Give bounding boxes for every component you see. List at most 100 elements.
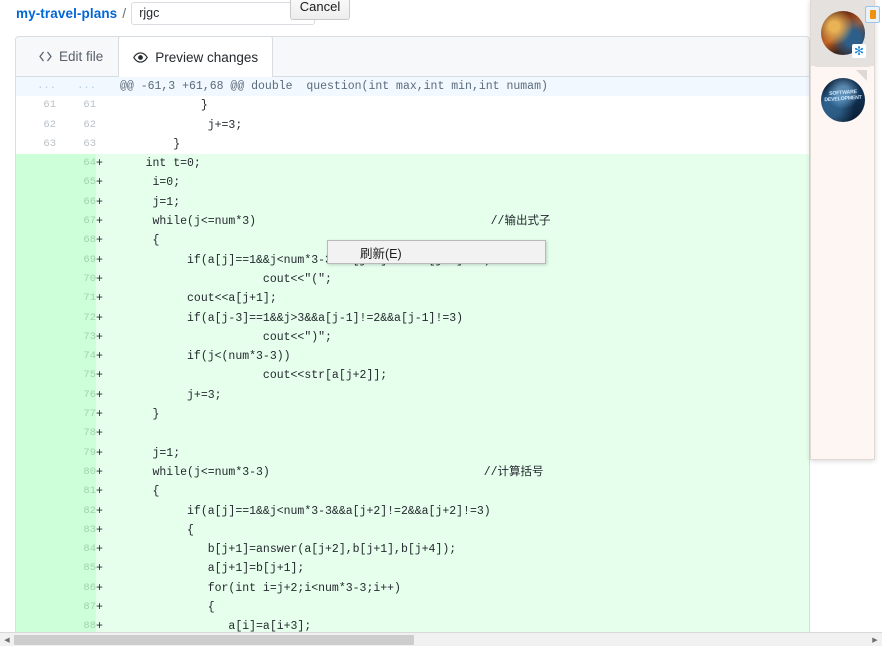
diff-line-number-old xyxy=(16,443,56,463)
diff-code-line: { xyxy=(118,598,809,618)
diff-row: 85 + a[j+1]=b[j+1]; xyxy=(16,559,809,579)
diff-code-line: while(j<=num*3-3) //计算括号 xyxy=(118,462,809,483)
diff-line-number-old xyxy=(16,540,56,560)
diff-row: 79 + j=1; xyxy=(16,443,809,463)
diff-change-marker: + xyxy=(96,443,118,463)
diff-line-number-old: 63 xyxy=(16,134,56,155)
diff-code-line: if(a[j-3]==1&&j>3&&a[j-1]!=2&&a[j-1]!=3) xyxy=(118,308,809,328)
diff-code-line: if(a[j]==1&&j<num*3-3&&a[j+2]!=2&&a[j+2]… xyxy=(118,501,809,521)
diff-code-line: } xyxy=(118,134,809,155)
diff-hunk-header-row: ... ... @@ -61,3 +61,68 @@ double questi… xyxy=(16,77,809,97)
diff-line-number-new: 65 xyxy=(56,173,96,193)
tab-edit-file[interactable]: Edit file xyxy=(24,37,118,76)
breadcrumb-repo-link[interactable]: my-travel-plans xyxy=(16,6,117,21)
diff-line-number-old xyxy=(16,366,56,386)
diff-code-line: j+=3; xyxy=(118,115,809,135)
diff-row: 75 + cout<<str[a[j+2]]; xyxy=(16,366,809,386)
diff-change-marker: + xyxy=(96,308,118,328)
diff-viewer[interactable]: ... ... @@ -61,3 +61,68 @@ double questi… xyxy=(16,77,809,637)
diff-line-number-new: 66 xyxy=(56,192,96,213)
diff-line-number-new: 83 xyxy=(56,520,96,541)
tab-preview-changes[interactable]: Preview changes xyxy=(118,37,274,77)
diff-line-number-new: 87 xyxy=(56,598,96,618)
star-badge-icon: ✻ xyxy=(852,44,866,58)
scroll-right-arrow-icon[interactable]: ▶ xyxy=(868,633,882,646)
diff-line-number-new: 79 xyxy=(56,443,96,463)
diff-line-number-new: 71 xyxy=(56,289,96,309)
editor-tabbar: Edit file Preview changes xyxy=(16,37,809,77)
taskbar-app-icon[interactable] xyxy=(865,6,880,23)
diff-code-line: int t=0; xyxy=(118,154,809,174)
diff-line-number-new: 75 xyxy=(56,366,96,386)
eye-icon xyxy=(133,51,149,63)
diff-change-marker: + xyxy=(96,250,118,270)
diff-row: 78 + xyxy=(16,424,809,444)
diff-line-number-new: 62 xyxy=(56,115,96,135)
diff-code-line xyxy=(118,424,809,444)
diff-code-line: cout<<a[j+1]; xyxy=(118,289,809,309)
horizontal-scrollbar[interactable]: ◀ ▶ xyxy=(0,632,882,646)
diff-line-number-old xyxy=(16,385,56,406)
diff-row: 62 62 j+=3; xyxy=(16,115,809,135)
diff-row: 84 + b[j+1]=answer(a[j+2],b[j+1],b[j+4]); xyxy=(16,540,809,560)
hunk-right-num: ... xyxy=(56,77,96,97)
diff-code-line: } xyxy=(118,96,809,116)
app-glyph-icon xyxy=(869,10,876,19)
diff-change-marker: + xyxy=(96,231,118,251)
diff-line-number-new: 80 xyxy=(56,462,96,483)
tab-edit-file-label: Edit file xyxy=(59,49,104,64)
file-editor-card: Edit file Preview changes ... ... @@ -61… xyxy=(15,36,810,638)
diff-code-line: while(j<=num*3) //输出式子 xyxy=(118,212,809,232)
avatar: SOFTWARE DEVELOPMENT xyxy=(820,78,865,122)
diff-row: 74 + if(j<(num*3-3)) xyxy=(16,347,809,367)
diff-line-number-old xyxy=(16,347,56,367)
filename-input[interactable] xyxy=(131,1,316,25)
diff-row: 61 61 } xyxy=(16,96,809,116)
diff-change-marker: + xyxy=(96,347,118,367)
diff-code-line: a[j+1]=b[j+1]; xyxy=(118,559,809,579)
context-menu[interactable]: 刷新(E) xyxy=(327,240,546,264)
diff-row: 82 + if(a[j]==1&&j<num*3-3&&a[j+2]!=2&&a[… xyxy=(16,501,809,521)
diff-line-number-new: 84 xyxy=(56,540,96,560)
diff-code-line: if(j<(num*3-3)) xyxy=(118,347,809,367)
diff-line-number-old xyxy=(16,212,56,232)
diff-line-number-new: 77 xyxy=(56,405,96,425)
diff-code-line: { xyxy=(118,482,809,502)
diff-code-line: cout<<"("; xyxy=(118,269,809,290)
diff-row: 72 + if(a[j-3]==1&&j>3&&a[j-1]!=2&&a[j-1]… xyxy=(16,308,809,328)
scroll-left-arrow-icon[interactable]: ◀ xyxy=(0,633,14,646)
diff-change-marker xyxy=(96,134,118,155)
diff-row: 77 + } xyxy=(16,405,809,425)
diff-change-marker: + xyxy=(96,405,118,425)
diff-change-marker: + xyxy=(96,173,118,193)
diff-row: 86 + for(int i=j+2;i<num*3-3;i++) xyxy=(16,578,809,599)
diff-change-marker: + xyxy=(96,366,118,386)
scrollbar-thumb[interactable] xyxy=(14,635,414,645)
diff-line-number-old xyxy=(16,405,56,425)
cancel-button[interactable]: Cancel xyxy=(290,0,350,20)
hunk-header-text: @@ -61,3 +61,68 @@ double question(int m… xyxy=(118,77,809,97)
browser-page: my-travel-plans / Cancel Edit file xyxy=(0,0,882,646)
diff-row: 71 + cout<<a[j+1]; xyxy=(16,289,809,309)
diff-change-marker: + xyxy=(96,578,118,599)
breadcrumb-separator: / xyxy=(122,5,127,21)
diff-line-number-new: 85 xyxy=(56,559,96,579)
contact-item-software-development[interactable]: SOFTWARE DEVELOPMENT xyxy=(811,67,874,133)
diff-line-number-old xyxy=(16,154,56,174)
diff-code-line: cout<<str[a[j+2]]; xyxy=(118,366,809,386)
context-menu-item-refresh[interactable]: 刷新(E) xyxy=(328,241,545,263)
diff-code-line: i=0; xyxy=(118,173,809,193)
contact-list-panel[interactable]: ✻ SOFTWARE DEVELOPMENT xyxy=(810,0,875,460)
diff-code-line: { xyxy=(118,520,809,541)
diff-code-line: j=1; xyxy=(118,443,809,463)
diff-line-number-old xyxy=(16,269,56,290)
diff-line-number-new: 61 xyxy=(56,96,96,116)
diff-code-line: b[j+1]=answer(a[j+2],b[j+1],b[j+4]); xyxy=(118,540,809,560)
diff-change-marker: + xyxy=(96,192,118,213)
diff-code-line: cout<<")"; xyxy=(118,327,809,348)
diff-code-line: j+=3; xyxy=(118,385,809,406)
diff-row: 63 63 } xyxy=(16,134,809,155)
diff-row: 80 + while(j<=num*3-3) //计算括号 xyxy=(16,462,809,483)
diff-change-marker: + xyxy=(96,559,118,579)
diff-line-number-new: 63 xyxy=(56,134,96,155)
